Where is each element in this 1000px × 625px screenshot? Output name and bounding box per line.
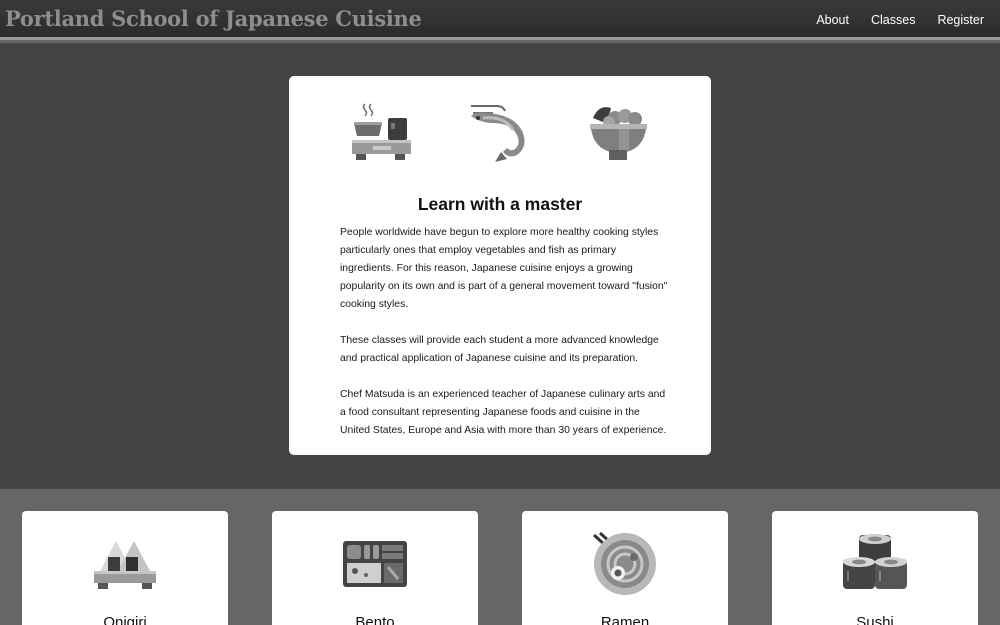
intro-paragraph-1: People worldwide have begun to explore m… bbox=[340, 227, 668, 310]
intro-paragraph-3: Chef Matsuda is an experienced teacher o… bbox=[340, 389, 667, 436]
sushi-rolls-icon bbox=[843, 534, 907, 589]
main-nav: About Classes Register bbox=[811, 0, 1000, 40]
bento-box-icon bbox=[343, 541, 407, 587]
class-card-onigiri[interactable]: Onigiri bbox=[22, 511, 228, 625]
nav-link-register[interactable]: Register bbox=[937, 13, 984, 27]
class-card-sushi[interactable]: Sushi bbox=[772, 511, 978, 625]
rice-bowl-icon bbox=[590, 107, 647, 160]
hero-section: Learn with a master People worldwide hav… bbox=[0, 43, 1000, 489]
class-label-sushi: Sushi bbox=[856, 614, 894, 625]
class-label-ramen: Ramen bbox=[600, 614, 650, 625]
class-card-bento[interactable]: Bento bbox=[272, 511, 478, 625]
site-header: Portland School of Japanese Cuisine Abou… bbox=[0, 0, 1000, 40]
intro-title: Learn with a master bbox=[417, 194, 583, 214]
onigiri-icon bbox=[94, 541, 156, 589]
nav-link-classes[interactable]: Classes bbox=[871, 13, 915, 27]
class-label-bento: Bento bbox=[355, 614, 395, 625]
intro-text: People worldwide have begun to explore m… bbox=[340, 224, 670, 458]
hero-icon-row bbox=[289, 102, 711, 172]
shrimp-icon bbox=[471, 105, 525, 162]
class-label-onigiri: Onigiri bbox=[103, 614, 147, 625]
site-title[interactable]: Portland School of Japanese Cuisine bbox=[5, 6, 422, 31]
intro-card: Learn with a master People worldwide hav… bbox=[289, 76, 711, 455]
classes-section: Onigiri Bento Ramen Sushi bbox=[0, 489, 1000, 625]
tea-set-icon bbox=[352, 103, 411, 160]
intro-paragraph-2: These classes will provide each student … bbox=[340, 335, 659, 364]
class-card-ramen[interactable]: Ramen bbox=[522, 511, 728, 625]
ramen-bowl-icon bbox=[592, 531, 656, 595]
nav-link-about[interactable]: About bbox=[816, 13, 849, 27]
